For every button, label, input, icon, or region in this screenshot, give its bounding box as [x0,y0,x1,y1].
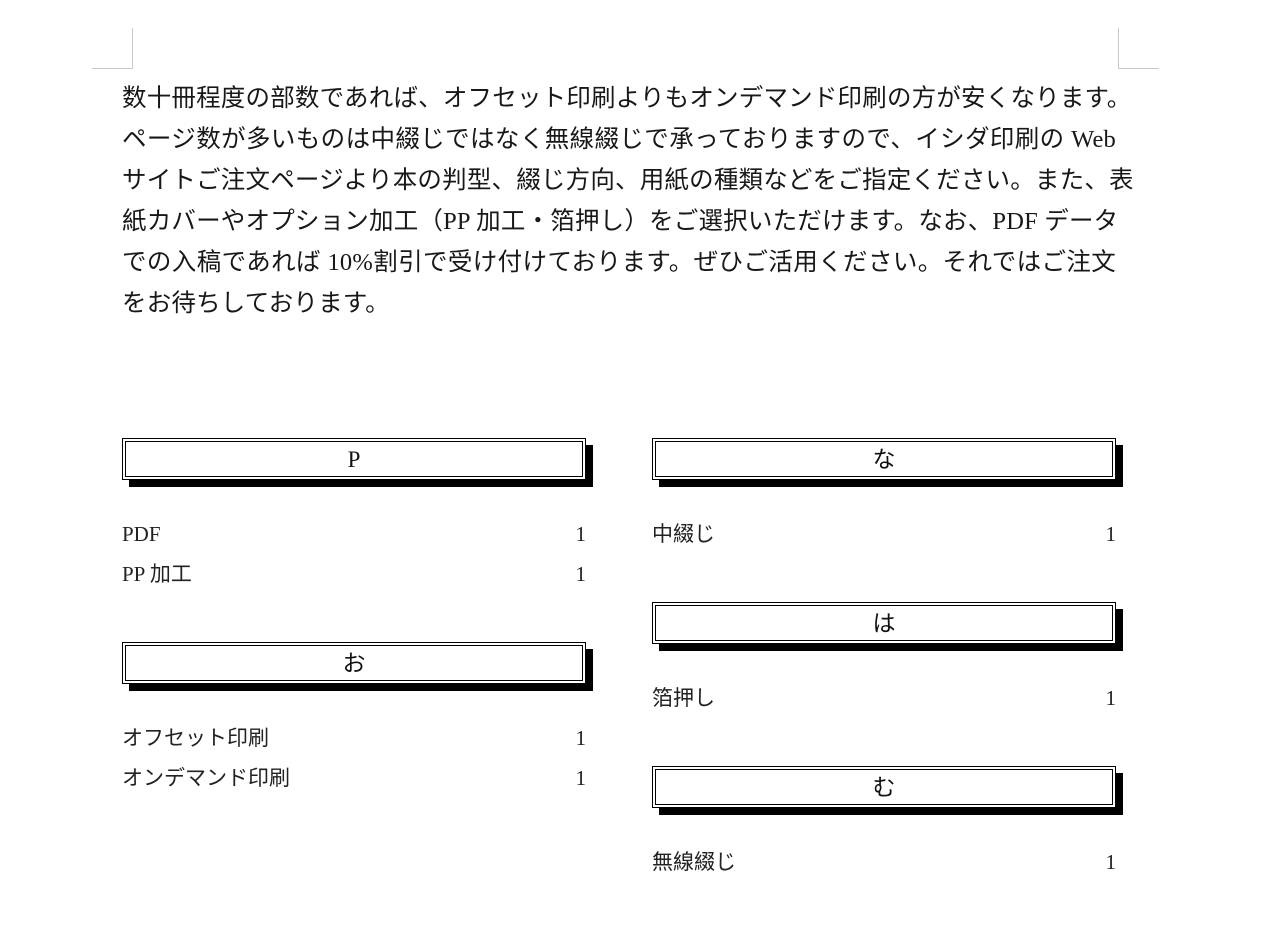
margin-corner-mark-top-right [1118,28,1159,69]
margin-corner-mark-top-left [92,28,133,69]
index-section-letter: お [342,650,366,676]
index-section-letter: な [872,446,896,472]
index-section-letter: P [347,446,361,472]
index-entry-dot-leader: ........................................… [272,733,573,744]
index-entry[interactable]: 無線綴じ....................................… [652,842,1116,882]
index-entry-dot-leader: ........................................… [718,529,1103,540]
index-entry-page-number: 1 [575,562,587,586]
index-entry-list: オフセット印刷.................................… [122,718,586,798]
index-section-gap [652,718,1116,766]
body-paragraph-line: をお待ちしております。 [122,290,390,317]
index-entry-list: 箔押し.....................................… [652,678,1116,718]
body-paragraph-line: サイトご注文ページより本の判型、綴じ方向、用紙の種類などをご指定ください。また、… [122,167,1134,194]
index-section: P PDF....................................… [0,438,1280,878]
index-letter-section: は箔押し....................................… [652,602,1116,718]
index-letter-section: P PDF....................................… [122,438,586,594]
index-entry-dot-leader: ........................................… [163,529,573,540]
index-entry[interactable]: オフセット印刷.................................… [122,718,586,758]
index-section-letter: む [872,774,896,800]
index-header-gap [652,808,1116,842]
body-paragraph-line: での入稿であれば 10%割引で受け付けております。ぜひご活用ください。それではご… [122,249,1116,276]
index-entry-list: 無線綴じ....................................… [652,842,1116,882]
index-letter-section: な中綴じ....................................… [652,438,1116,554]
index-section-gap [122,594,586,642]
index-header-gap [652,644,1116,678]
index-section-header-box: お [122,642,586,684]
index-entry-list: 中綴じ.....................................… [652,514,1116,554]
index-section-header-box: な [652,438,1116,480]
index-entry[interactable]: オンデマンド印刷................................… [122,758,586,798]
index-section-gap [652,554,1116,602]
index-section-header-inner: は [655,605,1113,641]
index-column-left: P PDF....................................… [122,438,586,798]
index-entry-page-number: 1 [575,766,587,790]
index-entry-page-number: 1 [1105,522,1117,546]
index-section-header-inner: む [655,769,1113,805]
index-header-gap [652,480,1116,514]
index-entry-list: PDF.....................................… [122,514,586,594]
index-section-header-inner: な [655,441,1113,477]
index-letter-section: おオフセット印刷................................… [122,642,586,798]
index-entry-page-number: 1 [575,726,587,750]
index-entry-dot-leader: ........................................… [293,773,573,784]
index-letter-section: む無線綴じ...................................… [652,766,1116,882]
index-section-header-inner: P [125,441,583,477]
index-entry-dot-leader: ........................................… [739,857,1103,868]
index-entry[interactable]: 箔押し.....................................… [652,678,1116,718]
index-entry-label: オフセット印刷 [122,726,269,750]
index-entry-label: 無線綴じ [652,850,736,874]
index-entry-label: 箔押し [652,686,715,710]
index-entry-page-number: 1 [575,522,587,546]
index-section-header-box: P [122,438,586,480]
index-entry-label: オンデマンド印刷 [122,766,290,790]
index-section-letter: は [872,610,896,636]
index-column-right: な中綴じ....................................… [652,438,1116,882]
index-section-header-inner: お [125,645,583,681]
index-section-header-box: む [652,766,1116,808]
index-section-header-box: は [652,602,1116,644]
document-body: 数十冊程度の部数であれば、オフセット印刷よりもオンデマンド印刷の方が安くなります… [122,78,1134,324]
body-paragraph-line: 紙カバーやオプション加工（PP 加工・箔押し）をご選択いただけます。なお、PDF… [122,208,1119,235]
body-paragraph-line: 数十冊程度の部数であれば、オフセット印刷よりもオンデマンド印刷の方が安くなります… [122,85,1132,112]
index-entry[interactable]: PP 加工...................................… [122,554,586,594]
index-entry-page-number: 1 [1105,686,1117,710]
body-paragraph-line: ページ数が多いものは中綴じではなく無線綴じで承っておりますので、イシダ印刷の W… [122,126,1116,153]
body-paragraph: 数十冊程度の部数であれば、オフセット印刷よりもオンデマンド印刷の方が安くなります… [122,78,1134,324]
index-header-gap [122,480,586,514]
index-header-gap [122,684,586,718]
index-entry-dot-leader: ........................................… [718,693,1103,704]
index-entry-label: PP 加工 [122,562,192,586]
index-entry-dot-leader: ........................................… [194,569,573,580]
index-entry[interactable]: PDF.....................................… [122,514,586,554]
index-entry[interactable]: 中綴じ.....................................… [652,514,1116,554]
index-entry-page-number: 1 [1105,850,1117,874]
index-entry-label: 中綴じ [652,522,715,546]
index-entry-label: PDF [122,522,161,546]
